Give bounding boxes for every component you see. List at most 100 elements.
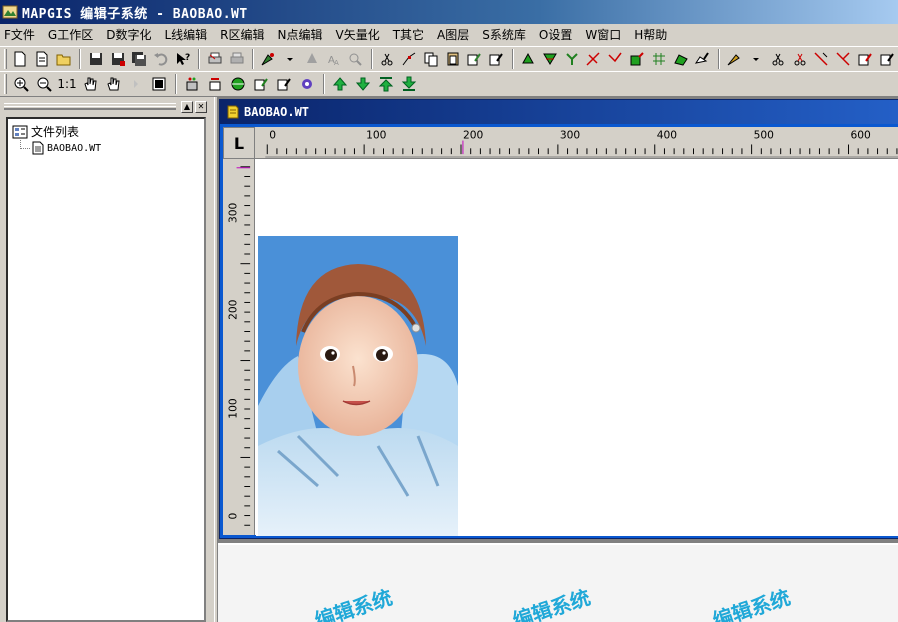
menu-line-edit[interactable]: L线编辑 xyxy=(164,26,207,43)
ruler-corner-button[interactable]: L xyxy=(223,127,255,159)
bucket-color-icon[interactable] xyxy=(204,73,226,95)
pan-icon[interactable] xyxy=(102,73,124,95)
bucket-icon[interactable] xyxy=(181,73,203,95)
line-cross-icon[interactable] xyxy=(583,48,604,70)
arrow-right-icon[interactable] xyxy=(125,73,147,95)
area-split-icon[interactable] xyxy=(561,48,582,70)
save-icon[interactable] xyxy=(85,48,106,70)
line-node-icon[interactable] xyxy=(399,48,420,70)
save-as-icon[interactable] xyxy=(107,48,128,70)
zoom-ratio-button[interactable]: 1:1 xyxy=(56,73,78,95)
panel-header: ▲ ✕ xyxy=(0,99,214,115)
map-canvas[interactable] xyxy=(256,160,898,536)
print-setup-icon[interactable] xyxy=(226,48,247,70)
main-toolbar: ? AA xyxy=(0,46,898,72)
toolbar-grip[interactable] xyxy=(4,49,7,69)
copy-icon[interactable] xyxy=(420,48,441,70)
area-edit-icon[interactable] xyxy=(670,48,691,70)
line-diag-icon[interactable] xyxy=(811,48,832,70)
arrow-up-icon[interactable] xyxy=(329,73,351,95)
grid-icon[interactable] xyxy=(648,48,669,70)
text-a-icon[interactable]: AA xyxy=(323,48,344,70)
ruler-corner-label: L xyxy=(233,133,245,153)
view-toolbar: 1:1 xyxy=(0,71,898,97)
edit-black-icon[interactable] xyxy=(273,73,295,95)
watermark-text: 编辑系统 xyxy=(311,585,396,622)
menu-digitize[interactable]: D数字化 xyxy=(106,26,151,43)
menu-window[interactable]: W窗口 xyxy=(585,26,621,43)
file-tree: 文件列表 BAOBAO.WT xyxy=(6,117,206,622)
area-draw-icon[interactable] xyxy=(692,48,713,70)
edit-green-icon[interactable] xyxy=(250,73,272,95)
document-client: L 0 100 200 300 400 500 600 300 200 100 0 xyxy=(223,127,898,536)
tree-icon[interactable] xyxy=(302,48,323,70)
workspace-panel: ▲ ✕ 文件列表 BAOBAO.WT xyxy=(0,97,214,622)
toolbar-separator xyxy=(198,49,201,69)
document-title: BAOBAO.WT xyxy=(244,105,310,119)
ruler-h-label: 0 xyxy=(269,129,276,142)
dropdown-arrow-icon[interactable] xyxy=(280,48,301,70)
area-cut-icon[interactable] xyxy=(539,48,560,70)
refresh-window-icon[interactable] xyxy=(148,73,170,95)
area-select-icon[interactable] xyxy=(627,48,648,70)
ruler-h-label: 500 xyxy=(754,129,775,142)
app-titlebar: MAPGIS 编辑子系统 - BAOBAO.WT xyxy=(0,0,898,24)
paste-icon[interactable] xyxy=(442,48,463,70)
zoom-text-icon[interactable] xyxy=(345,48,366,70)
app-title: MAPGIS 编辑子系统 - BAOBAO.WT xyxy=(22,6,248,22)
toolbar-separator xyxy=(511,49,514,69)
network-icon[interactable] xyxy=(296,73,318,95)
menu-file[interactable]: F文件 xyxy=(4,26,35,43)
edit-pen-icon[interactable] xyxy=(464,48,485,70)
area-fill-icon[interactable] xyxy=(518,48,539,70)
document-icon xyxy=(32,141,44,155)
menu-workspace[interactable]: G工作区 xyxy=(48,26,93,43)
open-icon[interactable] xyxy=(54,48,75,70)
menu-layer[interactable]: A图层 xyxy=(437,26,469,43)
document-title-icon xyxy=(227,105,239,119)
scissors-icon[interactable] xyxy=(767,48,788,70)
new-doc-icon[interactable] xyxy=(32,48,53,70)
menu-help[interactable]: H帮助 xyxy=(634,26,667,43)
dropdown-arrow-icon[interactable] xyxy=(746,48,767,70)
menu-library[interactable]: S系统库 xyxy=(482,26,526,43)
baby-photo-image xyxy=(258,236,458,536)
digitize-point-icon[interactable] xyxy=(258,48,279,70)
menu-area-edit[interactable]: R区编辑 xyxy=(220,26,264,43)
menu-vectorize[interactable]: V矢量化 xyxy=(335,26,379,43)
panel-maximize-button[interactable]: ▲ xyxy=(181,101,193,113)
zoom-in-icon[interactable] xyxy=(10,73,32,95)
globe-icon[interactable] xyxy=(227,73,249,95)
hand-icon[interactable] xyxy=(79,73,101,95)
panel-grip[interactable] xyxy=(4,106,176,110)
arrow-down-icon[interactable] xyxy=(352,73,374,95)
arrow-bottom-icon[interactable] xyxy=(398,73,420,95)
ruler-v-label: 200 xyxy=(227,299,240,320)
print-icon[interactable] xyxy=(204,48,225,70)
line-join-icon[interactable] xyxy=(605,48,626,70)
vector-pen-icon[interactable] xyxy=(724,48,745,70)
line-extend-icon[interactable] xyxy=(833,48,854,70)
line-attr-icon[interactable] xyxy=(855,48,876,70)
edit-attr-icon[interactable] xyxy=(486,48,507,70)
tree-root-label: 文件列表 xyxy=(31,125,80,139)
menu-other[interactable]: T其它 xyxy=(393,26,424,43)
tree-root[interactable]: 文件列表 xyxy=(12,123,79,140)
zoom-out-icon[interactable] xyxy=(33,73,55,95)
save-all-icon[interactable] xyxy=(129,48,150,70)
toolbar-grip[interactable] xyxy=(4,74,7,94)
toolbar-separator xyxy=(370,49,373,69)
arrow-top-icon[interactable] xyxy=(375,73,397,95)
menu-settings[interactable]: O设置 xyxy=(539,26,572,43)
line-param-icon[interactable] xyxy=(876,48,897,70)
help-cursor-icon[interactable]: ? xyxy=(173,48,194,70)
undo-icon[interactable] xyxy=(151,48,172,70)
menu-point-edit[interactable]: N点编辑 xyxy=(278,26,323,43)
scissors-red-icon[interactable] xyxy=(789,48,810,70)
cut-line-icon[interactable] xyxy=(377,48,398,70)
new-icon[interactable] xyxy=(10,48,31,70)
panel-close-button[interactable]: ✕ xyxy=(195,101,207,113)
document-titlebar[interactable]: BAOBAO.WT xyxy=(220,100,898,124)
menu-bar: F文件 G工作区 D数字化 L线编辑 R区编辑 N点编辑 V矢量化 T其它 A图… xyxy=(0,24,898,45)
tree-item[interactable]: BAOBAO.WT xyxy=(32,141,101,155)
